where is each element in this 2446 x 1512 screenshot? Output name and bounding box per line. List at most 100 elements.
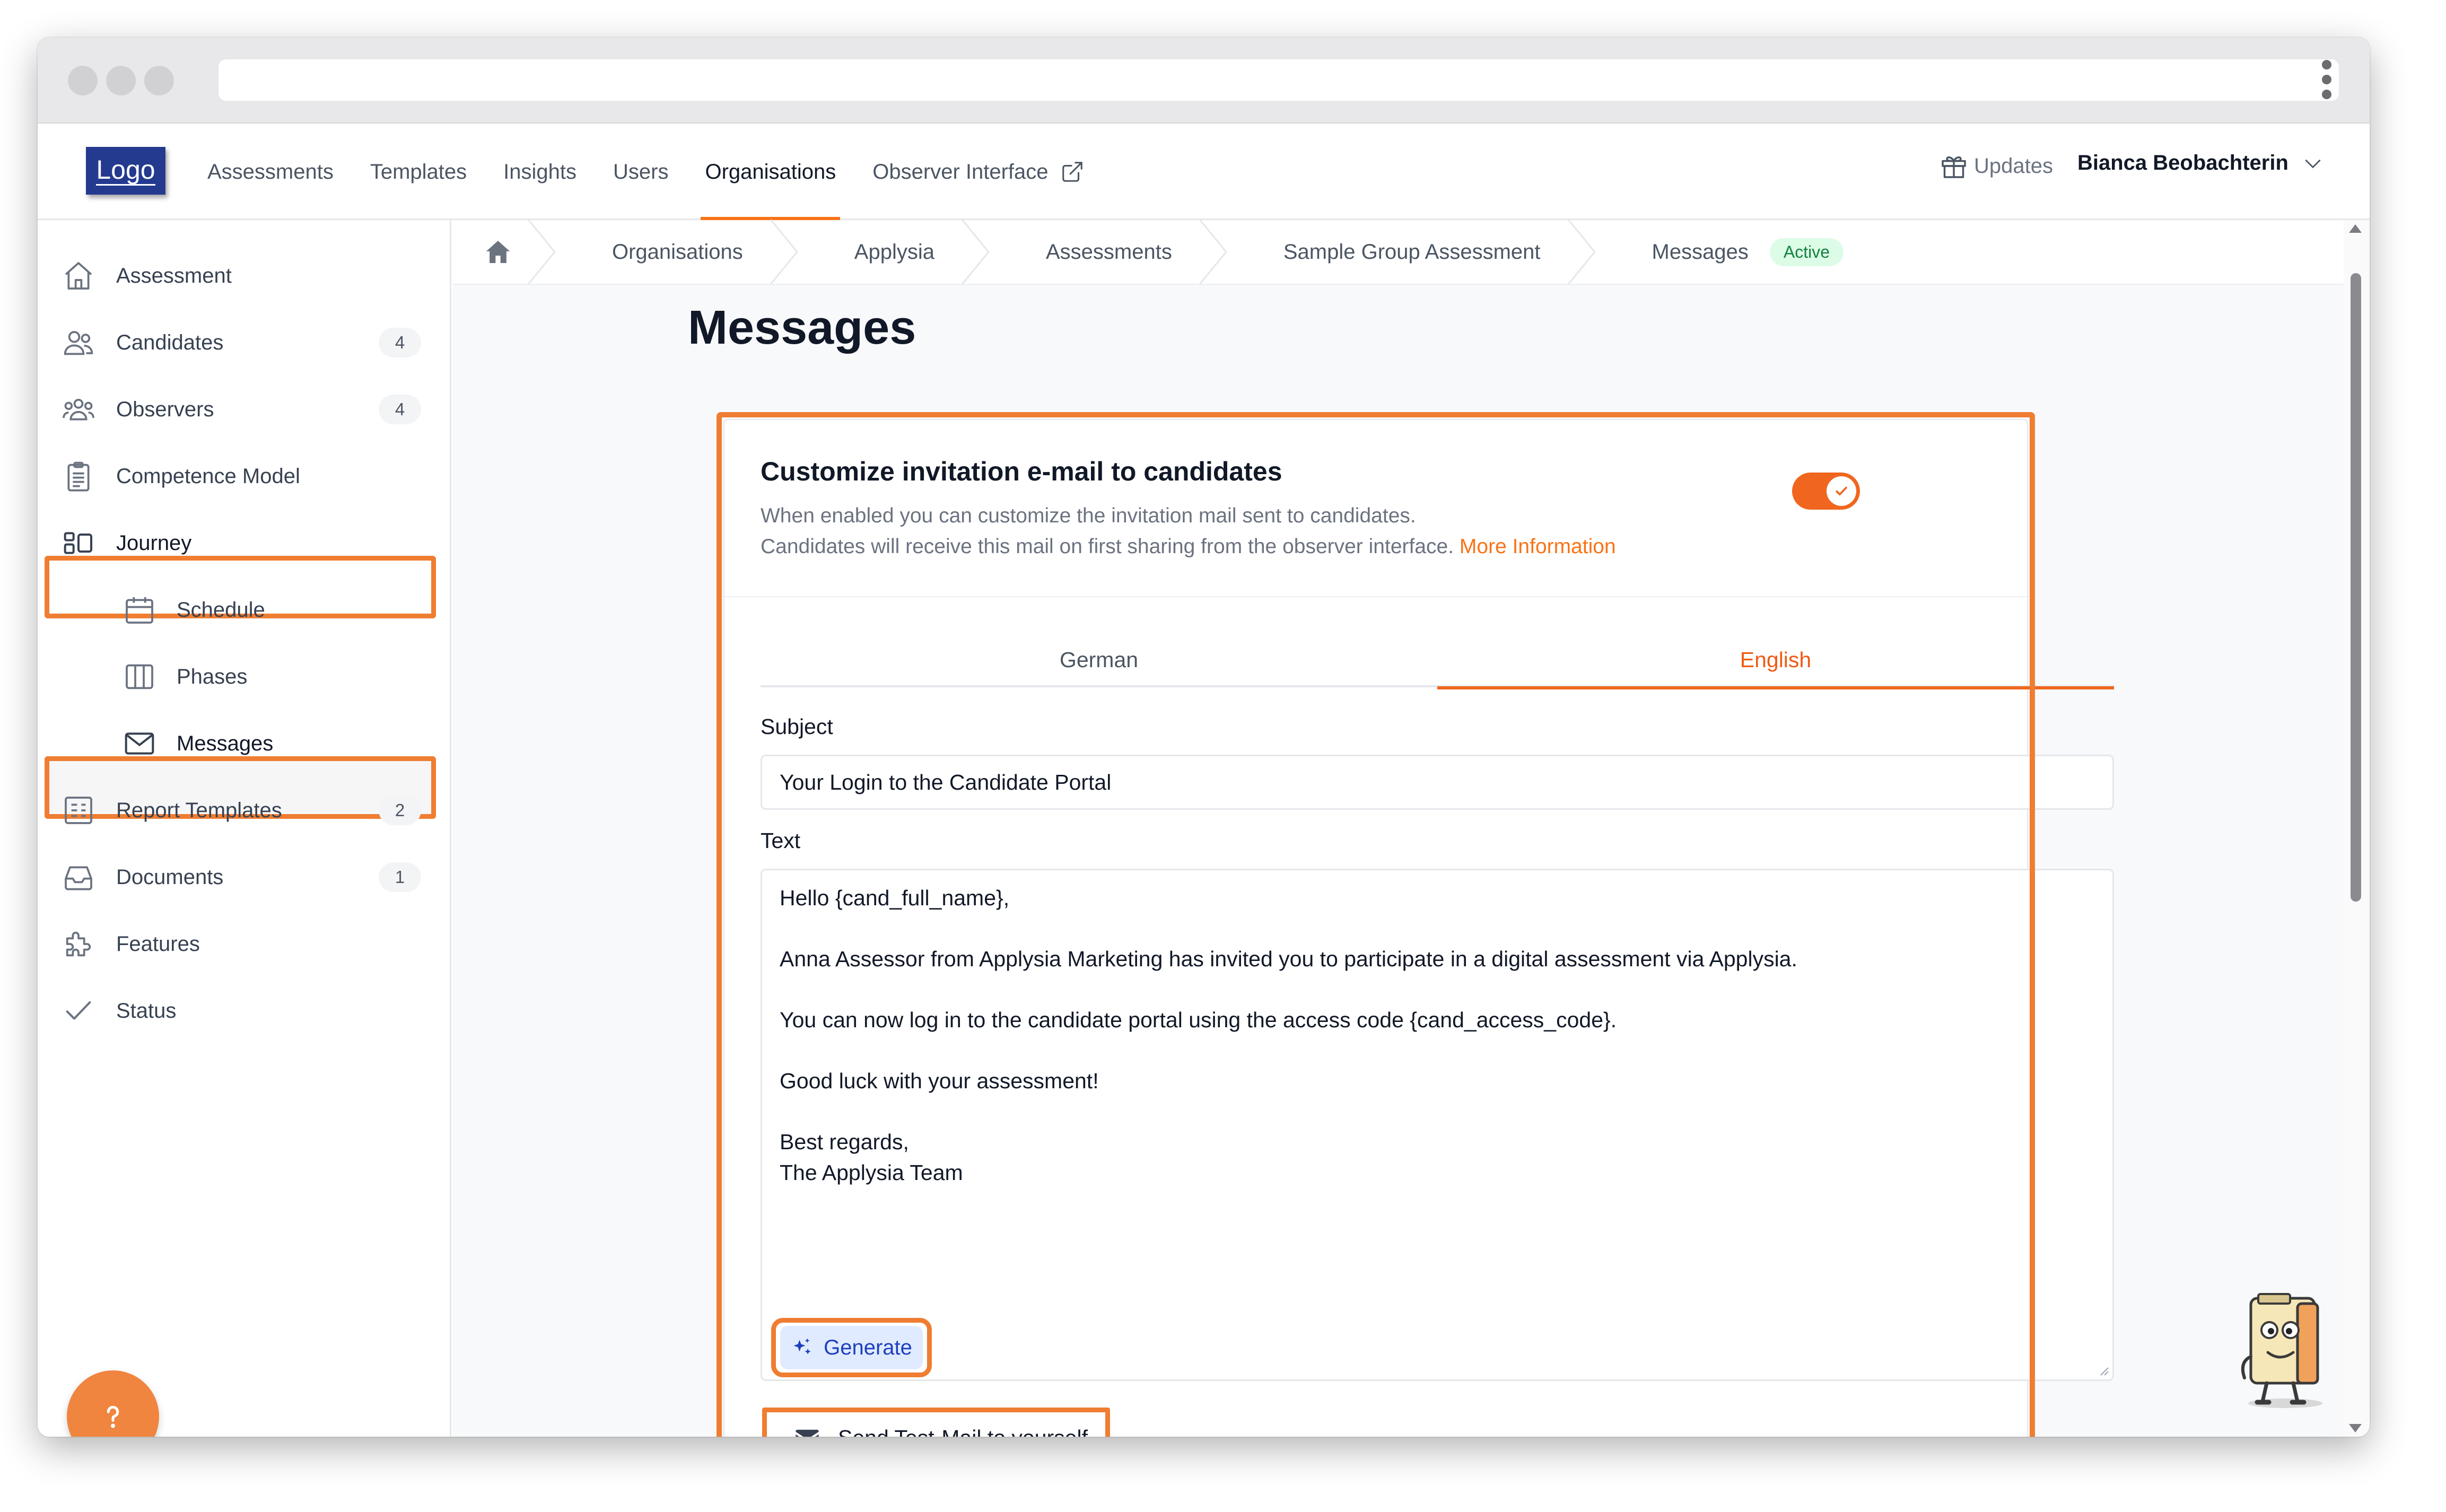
breadcrumb-separator <box>1567 220 1596 284</box>
mascot-icon[interactable] <box>2235 1293 2336 1410</box>
count-badge: 4 <box>379 395 421 424</box>
sidebar-item-label: Documents <box>116 865 224 889</box>
scroll-up-icon[interactable] <box>2349 224 2362 233</box>
resize-handle-icon[interactable] <box>2098 1365 2109 1376</box>
sidebar-item-features[interactable]: Features <box>38 912 451 976</box>
sidebar-item-schedule[interactable]: Schedule <box>38 578 451 642</box>
count-badge: 1 <box>379 862 421 892</box>
puzzle-icon <box>66 931 91 957</box>
nav-link-observer-interface-label: Observer Interface <box>872 160 1049 183</box>
breadcrumb-item[interactable]: Assessments <box>993 220 1230 284</box>
breadcrumb-separator <box>527 220 556 284</box>
report-icon <box>65 797 92 824</box>
address-bar[interactable] <box>219 59 2339 101</box>
generate-label: Generate <box>824 1335 912 1359</box>
breadcrumb-item-current: Messages Active <box>1599 220 1844 284</box>
breadcrumb-label: Organisations <box>612 240 743 264</box>
user-name: Bianca Beobachterin <box>2077 151 2288 174</box>
sidebar-item-label: Candidates <box>116 330 224 354</box>
breadcrumb-item[interactable]: Organisations <box>559 220 801 284</box>
nav-link-organisations[interactable]: Organisations <box>701 124 841 220</box>
sidebar-item-label: Assessment <box>116 264 232 287</box>
count-badge: 4 <box>379 328 421 357</box>
main-content: Organisations Applysia Assessments Sampl… <box>453 220 2370 1437</box>
sidebar-item-label: Features <box>116 932 200 956</box>
nav-link-templates[interactable]: Templates <box>370 124 467 220</box>
nav-link-observer-interface[interactable]: Observer Interface <box>872 124 1084 220</box>
card-highlight <box>717 412 2035 1437</box>
count-badge: 2 <box>379 796 421 825</box>
updates-label: Updates <box>1974 154 2053 178</box>
breadcrumb-separator <box>1199 220 1227 284</box>
send-test-mail-button[interactable]: Send Test-Mail to yourself <box>767 1412 1105 1437</box>
help-button[interactable] <box>67 1370 159 1437</box>
sidebar-item-observers[interactable]: Observers 4 <box>38 378 451 441</box>
nav-link-users[interactable]: Users <box>613 124 668 220</box>
sidebar: Assessment Candidates 4 Observers 4 Comp… <box>38 220 451 1437</box>
calendar-icon <box>126 597 153 624</box>
nav-link-insights[interactable]: Insights <box>503 124 576 220</box>
clipboard-icon <box>67 461 90 492</box>
inbox-icon <box>65 866 92 890</box>
scrollbar-thumb[interactable] <box>2351 273 2361 902</box>
sidebar-item-label: Phases <box>177 665 248 688</box>
window-close-dot[interactable] <box>68 66 98 95</box>
nav-link-assessments[interactable]: Assessments <box>207 124 334 220</box>
home-icon <box>65 262 92 290</box>
send-test-mail-label: Send Test-Mail to yourself <box>838 1426 1088 1437</box>
sidebar-item-label: Schedule <box>177 598 265 622</box>
sidebar-item-label: Competence Model <box>116 464 300 488</box>
breadcrumb-label: Sample Group Assessment <box>1283 240 1541 264</box>
sidebar-item-label: Journey <box>116 531 192 555</box>
page-title: Messages <box>688 301 916 354</box>
browser-menu-icon[interactable] <box>2318 60 2334 101</box>
browser-chrome <box>38 38 2370 124</box>
envelope-icon <box>125 732 154 755</box>
sidebar-item-label: Observers <box>116 397 214 421</box>
breadcrumb-label: Applysia <box>854 240 934 264</box>
generate-button[interactable]: Generate <box>780 1326 923 1369</box>
breadcrumb-separator <box>770 220 798 284</box>
external-link-icon <box>1062 162 1082 182</box>
status-badge: Active <box>1769 238 1844 266</box>
gift-icon <box>1942 156 1966 178</box>
breadcrumb-label: Assessments <box>1046 240 1172 264</box>
sidebar-item-journey[interactable]: Journey <box>38 511 451 575</box>
sidebar-item-report-templates[interactable]: Report Templates 2 <box>38 779 451 842</box>
user-group-icon <box>63 398 94 421</box>
sidebar-item-label: Report Templates <box>116 798 282 822</box>
nav-links: Assessments Templates Insights Users Org… <box>207 124 1121 220</box>
columns-icon <box>126 664 153 689</box>
sidebar-item-competence-model[interactable]: Competence Model <box>38 444 451 508</box>
home-icon <box>486 241 510 263</box>
updates-button[interactable]: Updates <box>1939 151 2053 181</box>
breadcrumb-item[interactable]: Applysia <box>801 220 993 284</box>
breadcrumb-home[interactable] <box>453 220 559 284</box>
users-icon <box>64 331 93 355</box>
breadcrumb-item[interactable]: Sample Group Assessment <box>1230 220 1599 284</box>
window-maximize-dot[interactable] <box>144 66 174 95</box>
user-menu[interactable]: Bianca Beobachterin <box>2077 151 2325 175</box>
sidebar-item-documents[interactable]: Documents 1 <box>38 845 451 909</box>
sparkles-icon <box>793 1338 811 1354</box>
question-icon <box>107 1405 119 1428</box>
browser-window: Logo Assessments Templates Insights User… <box>38 38 2370 1437</box>
window-minimize-dot[interactable] <box>106 66 136 95</box>
sidebar-item-candidates[interactable]: Candidates 4 <box>38 311 451 374</box>
envelope-icon <box>796 1429 819 1437</box>
sidebar-item-assessment[interactable]: Assessment <box>38 244 451 308</box>
sidebar-item-label: Status <box>116 999 177 1022</box>
breadcrumb: Organisations Applysia Assessments Sampl… <box>453 220 2370 285</box>
scroll-down-icon[interactable] <box>2349 1424 2362 1432</box>
journey-icon <box>64 532 92 554</box>
sidebar-item-phases[interactable]: Phases <box>38 645 451 709</box>
sidebar-item-label: Messages <box>177 731 274 755</box>
top-navigation: Logo Assessments Templates Insights User… <box>38 124 2370 220</box>
logo[interactable]: Logo <box>86 147 165 195</box>
scrollbar[interactable] <box>2344 220 2370 1437</box>
sidebar-item-status[interactable]: Status <box>38 979 451 1043</box>
breadcrumb-label: Messages <box>1652 240 1749 264</box>
chevron-down-icon <box>2305 159 2321 168</box>
sidebar-item-messages[interactable]: Messages <box>38 712 451 775</box>
breadcrumb-separator <box>961 220 990 284</box>
